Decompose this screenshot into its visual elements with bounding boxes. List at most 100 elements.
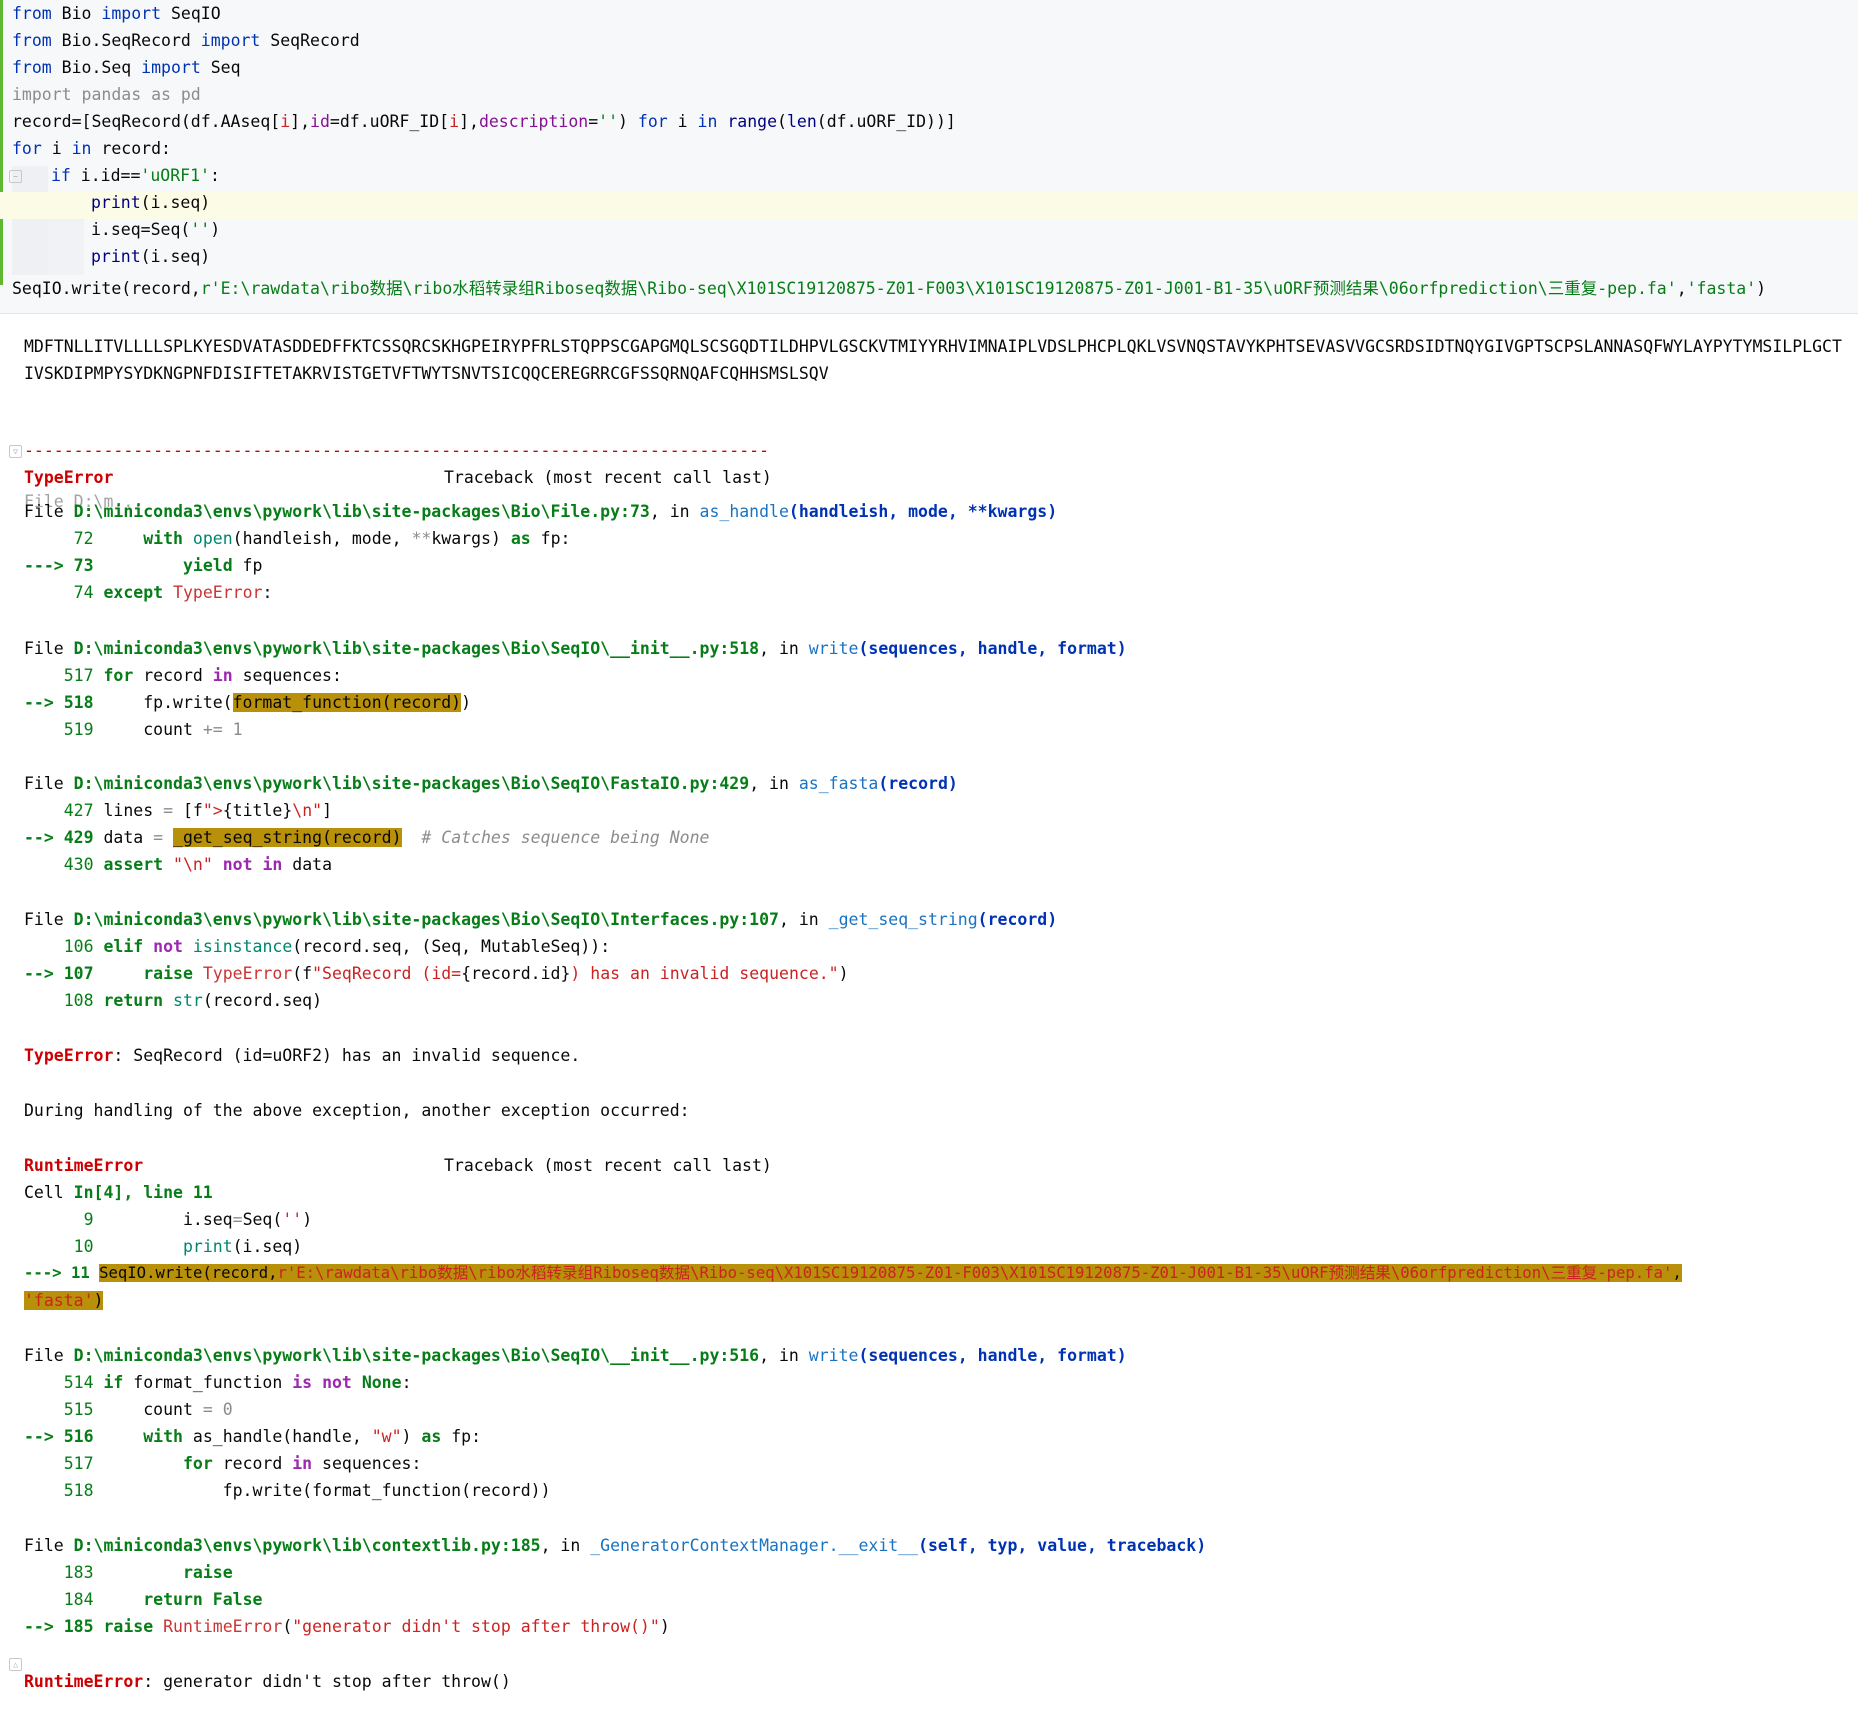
- frame-path[interactable]: D:\miniconda3\envs\pywork\lib\site-packa…: [74, 910, 779, 929]
- output-end-marker-icon[interactable]: △: [9, 1658, 22, 1671]
- code-text: sequences:: [312, 1454, 422, 1473]
- code-text: (i.seq): [140, 247, 211, 266]
- code-line-6[interactable]: for i in record:: [12, 135, 171, 162]
- keyword: if: [51, 166, 71, 185]
- current-line-highlight: [0, 192, 1858, 219]
- kwarg: id: [310, 112, 330, 131]
- frame-path[interactable]: D:\miniconda3\envs\pywork\lib\site-packa…: [74, 1346, 759, 1365]
- code-text: ): [1756, 279, 1767, 298]
- frame-function: as_fasta: [798, 774, 879, 793]
- code-text: ]: [322, 801, 333, 820]
- frame-label: File: [24, 1346, 74, 1365]
- operator: =: [232, 1210, 243, 1229]
- keyword: not: [153, 937, 183, 956]
- operator: =: [202, 1400, 213, 1419]
- frame-line: 106 elif not isinstance(record.seq, (Seq…: [24, 933, 610, 960]
- line-number: 183: [24, 1563, 94, 1582]
- current-line-arrow: --> 185: [24, 1617, 94, 1636]
- code-line-5[interactable]: record=[SeqRecord(df.AAseq[i],id=df.uORF…: [12, 108, 956, 135]
- frame-line-current: ---> 11 SeqIO.write(record,r'E:\rawdata\…: [24, 1260, 1682, 1287]
- code-line-3[interactable]: from Bio.Seq import Seq: [12, 54, 241, 81]
- frame-path[interactable]: D:\miniconda3\envs\pywork\lib\contextlib…: [74, 1536, 541, 1555]
- builtin: str: [173, 991, 203, 1010]
- current-line-arrow: --> 429: [24, 828, 94, 847]
- keyword: for: [12, 139, 42, 158]
- code-line-1[interactable]: from Bio import SeqIO: [12, 0, 221, 27]
- code-line-11[interactable]: SeqIO.write(record,r'E:\rawdata\ribo数据\r…: [12, 275, 1766, 302]
- frame-label: Cell: [24, 1183, 74, 1202]
- frame-header-fastaio: File D:\miniconda3\envs\pywork\lib\site-…: [24, 770, 958, 797]
- keyword: import: [101, 4, 162, 23]
- line-number: 108: [24, 991, 94, 1010]
- code-line-4[interactable]: import pandas as pd: [12, 81, 201, 108]
- code-text: ,: [1676, 279, 1687, 298]
- string-literal: 'uORF1': [140, 166, 210, 185]
- frame-path[interactable]: D:\miniconda3\envs\pywork\lib\site-packa…: [74, 639, 759, 658]
- code-line-8[interactable]: print(i.seq): [91, 189, 210, 216]
- error-highlight-string: 'fasta': [24, 1291, 94, 1310]
- string-literal: \n": [292, 801, 323, 820]
- code-text: ): [401, 1427, 422, 1446]
- code-text: (: [282, 1617, 293, 1636]
- frame-args: (record): [878, 774, 958, 793]
- builtin: open: [192, 529, 233, 548]
- builtin: len: [786, 112, 817, 131]
- frame-args: (sequences, handle, format): [858, 639, 1127, 658]
- current-line-arrow: --> 516: [24, 1427, 94, 1446]
- code-text: record=[SeqRecord(df.AAseq[: [12, 112, 281, 131]
- traceback-title-2: Traceback (most recent call last): [444, 1156, 772, 1175]
- code-text: (i.seq): [232, 1237, 303, 1256]
- identifier: Seq: [200, 58, 241, 77]
- code-line-2[interactable]: from Bio.SeqRecord import SeqRecord: [12, 27, 360, 54]
- exception-name: TypeError: [24, 468, 114, 487]
- code-text: :: [262, 583, 273, 602]
- module: Bio.SeqRecord: [51, 31, 201, 50]
- output-marker-icon[interactable]: ▽: [9, 445, 22, 458]
- keyword: with: [143, 1427, 183, 1446]
- keyword: not: [222, 855, 253, 874]
- frame-line-current: --> 185 raise RuntimeError("generator di…: [24, 1613, 670, 1640]
- frame-line: 519 count += 1: [24, 716, 243, 743]
- code-line-9[interactable]: i.seq=Seq(''): [91, 216, 220, 243]
- operator: +=: [202, 720, 223, 739]
- code-text: i.seq=Seq(: [91, 220, 191, 239]
- code-text: ],: [290, 112, 311, 131]
- frame-line-current: ---> 73 yield fp: [24, 552, 262, 579]
- frame-header-init-516: File D:\miniconda3\envs\pywork\lib\site-…: [24, 1342, 1127, 1369]
- code-text: SeqIO.write(record,: [12, 279, 201, 298]
- current-line-arrow: --> 107: [24, 964, 94, 983]
- builtin: print: [182, 1237, 233, 1256]
- fold-marker-icon[interactable]: −: [9, 170, 22, 183]
- frame-path[interactable]: D:\miniconda3\envs\pywork\lib\site-packa…: [74, 774, 750, 793]
- code-cell[interactable]: − from Bio import SeqIO from Bio.SeqReco…: [0, 0, 1858, 314]
- keyword: not: [322, 1373, 352, 1392]
- code-line-7[interactable]: if i.id=='uORF1':: [51, 162, 220, 189]
- code-text: fp.write(: [93, 693, 233, 712]
- code-text: ],: [459, 112, 479, 131]
- identifier: SeqRecord: [260, 31, 360, 50]
- keyword: if: [103, 1373, 124, 1392]
- chained-exception-note: During handling of the above exception, …: [24, 1101, 690, 1120]
- keyword: in: [212, 666, 233, 685]
- code-text: data: [282, 855, 333, 874]
- keyword: assert: [103, 855, 164, 874]
- code-text: Seq(: [242, 1210, 283, 1229]
- string-literal: ">: [202, 801, 223, 820]
- exception-name: RuntimeError: [24, 1672, 144, 1691]
- output-sequence-line-1: MDFTNLLITVLLLLSPLKYESDVATASDDEDFFKTCSSQR…: [24, 337, 1842, 356]
- code-line-10[interactable]: print(i.seq): [91, 243, 210, 270]
- frame-path[interactable]: D:\miniconda3\envs\pywork\lib\site-packa…: [74, 502, 650, 521]
- kwarg: description: [478, 112, 589, 131]
- frame-line-current: --> 518 fp.write(format_function(record)…: [24, 689, 471, 716]
- builtin: print: [91, 247, 141, 266]
- exception-text: : SeqRecord (id=uORF2) has an invalid se…: [113, 1046, 581, 1065]
- cell-ref[interactable]: In[4], line 11: [74, 1183, 213, 1202]
